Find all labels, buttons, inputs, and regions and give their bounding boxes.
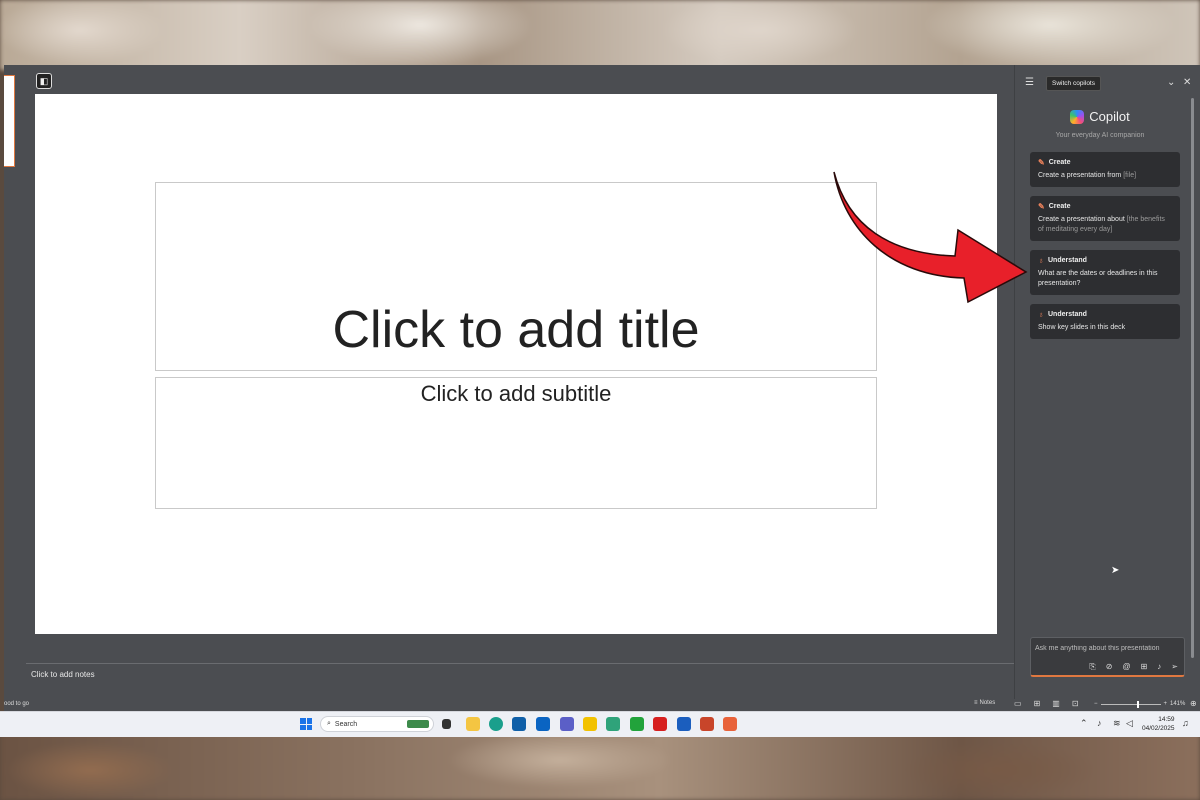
taskbar-search[interactable]: ⌕ Search <box>320 716 434 732</box>
slide-sorter-icon[interactable]: ⊞ <box>1034 699 1041 708</box>
system-clock[interactable]: 14:59 04/02/2025 <box>1142 715 1175 733</box>
pane-scrollbar[interactable] <box>1191 98 1194 658</box>
subtitle-placeholder-text: Click to add subtitle <box>420 381 612 406</box>
suggestion-card[interactable]: ✎ Create Create a presentation about [the… <box>1030 196 1180 241</box>
notes-icon: ≡ <box>974 700 978 706</box>
notification-bell-icon[interactable]: ♫ <box>1182 718 1189 728</box>
windows-taskbar: ⌕ Search ⌃ ♪ ≋ ◁ 14:59 04/02/2025 ♫ <box>0 711 1200 737</box>
card-category: Create <box>1048 159 1071 166</box>
pen-icon: ✎ <box>1038 158 1045 167</box>
zoom-level[interactable]: 141% <box>1170 701 1185 707</box>
card-text: Show key slides in this deck <box>1038 324 1126 331</box>
word-icon[interactable] <box>677 717 691 731</box>
copilot-brand: Copilot Your everyday AI companion <box>1015 109 1185 139</box>
fit-to-window-icon[interactable]: ⊕ <box>1190 699 1197 708</box>
card-category: Create <box>1048 203 1071 210</box>
search-icon: ⌕ <box>327 720 331 727</box>
app-icon[interactable] <box>630 717 644 731</box>
card-text: Create a presentation from <box>1038 172 1122 179</box>
title-placeholder-text: Click to add title <box>332 301 700 359</box>
mention-icon[interactable]: @ <box>1122 662 1130 672</box>
background-photo-top <box>0 0 1200 70</box>
view-switcher: ▭ ⊞ ▥ ⊡ <box>1014 699 1079 708</box>
copilot-corner-icon[interactable]: ◧ <box>36 73 52 89</box>
notes-placeholder: Click to add notes <box>31 670 95 679</box>
prompt-guide-icon[interactable]: ⎘ <box>1089 662 1095 672</box>
copilot-chat-box[interactable]: ⎘ ⊘ @ ⊞ ♪ ➢ <box>1030 637 1185 677</box>
copilot-name: Copilot <box>1089 109 1130 124</box>
file-explorer-icon[interactable] <box>466 717 480 731</box>
zoom-thumb[interactable] <box>1136 700 1139 708</box>
notes-button[interactable]: ≡ Notes <box>974 700 995 706</box>
pen-icon: ✎ <box>1038 202 1045 211</box>
normal-view-icon[interactable]: ▭ <box>1014 699 1022 708</box>
zoom-slider[interactable]: − + <box>1094 700 1168 708</box>
microphone-tray-icon[interactable]: ♪ <box>1097 718 1102 728</box>
card-category: Understand <box>1048 311 1087 318</box>
hamburger-menu-icon[interactable]: ☰ <box>1025 77 1034 88</box>
suggestion-card[interactable]: ✎ Create Create a presentation from [file… <box>1030 152 1180 187</box>
clock-date: 04/02/2025 <box>1142 725 1175 732</box>
background-photo-bottom <box>0 730 1200 800</box>
copilot-pane: ☰ Switch copilots ⌄ ✕ Copilot Your every… <box>1014 65 1200 699</box>
suggestion-card[interactable]: ♁ Understand What are the dates or deadli… <box>1030 250 1180 295</box>
card-hint: [file] <box>1123 172 1137 179</box>
acrobat-icon[interactable] <box>653 717 667 731</box>
subtitle-placeholder[interactable]: Click to add subtitle <box>155 377 877 509</box>
search-label: Search <box>334 720 358 728</box>
status-text: ood to go <box>4 701 30 707</box>
chevron-down-icon[interactable]: ⌄ <box>1167 77 1175 88</box>
reading-view-icon[interactable]: ▥ <box>1052 699 1060 708</box>
copilot-tagline: Your everyday AI companion <box>1055 131 1145 139</box>
notes-button-label: Notes <box>979 700 996 706</box>
notes-pane[interactable]: Click to add notes <box>26 663 1014 694</box>
card-category: Understand <box>1048 257 1087 264</box>
search-highlight-badge <box>407 720 429 728</box>
card-text: What are the dates or deadlines in this … <box>1038 270 1158 287</box>
task-view-icon[interactable] <box>442 719 451 729</box>
mouse-cursor-icon: ➤ <box>1111 565 1120 576</box>
edge-icon[interactable] <box>489 717 503 731</box>
microphone-icon[interactable]: ♪ <box>1157 662 1161 672</box>
chevron-up-icon[interactable]: ⌃ <box>1080 718 1088 729</box>
volume-icon[interactable]: ◁ <box>1126 718 1133 729</box>
switch-copilots-tooltip: Switch copilots <box>1046 76 1101 91</box>
app-icon[interactable] <box>606 717 620 731</box>
lightbulb-icon: ♁ <box>1038 310 1044 319</box>
copilot-logo-icon <box>1070 109 1085 124</box>
app-icon[interactable] <box>583 717 597 731</box>
card-text: Create a presentation about <box>1038 216 1125 223</box>
arrow-shape <box>833 171 1028 304</box>
zoom-track[interactable] <box>1100 700 1161 708</box>
outlook-icon[interactable] <box>536 717 550 731</box>
send-icon[interactable]: ➢ <box>1171 662 1178 672</box>
zoom-out-icon[interactable]: − <box>1094 701 1098 707</box>
red-arrow-annotation <box>833 171 1028 304</box>
title-placeholder[interactable]: Click to add title <box>155 182 877 371</box>
windows-start-icon[interactable] <box>300 718 312 730</box>
attach-icon[interactable]: ⊘ <box>1106 662 1113 672</box>
suggestion-card[interactable]: ♁ Understand Show key slides in this deck <box>1030 304 1180 339</box>
slideshow-icon[interactable]: ⊡ <box>1072 699 1079 708</box>
clock-time: 14:59 <box>1158 716 1175 723</box>
zoom-in-icon[interactable]: + <box>1164 701 1168 707</box>
powerpoint-window: ◧ Click to add title Click to add subtit… <box>4 65 1200 711</box>
close-icon[interactable]: ✕ <box>1183 77 1191 88</box>
lightbulb-icon: ♁ <box>1038 256 1044 265</box>
store-icon[interactable] <box>512 717 526 731</box>
powerpoint-icon[interactable] <box>700 717 714 731</box>
copilot-chat-input[interactable] <box>1035 642 1175 654</box>
slide-thumbnail-edge[interactable] <box>4 75 15 167</box>
app-icon[interactable] <box>723 717 737 731</box>
wifi-icon[interactable]: ≋ <box>1113 718 1121 729</box>
status-bar: ood to go ≡ Notes ▭ ⊞ ▥ ⊡ − + 141% ⊕ <box>4 699 1200 711</box>
teams-icon[interactable] <box>560 717 574 731</box>
grid-icon[interactable]: ⊞ <box>1141 662 1148 672</box>
